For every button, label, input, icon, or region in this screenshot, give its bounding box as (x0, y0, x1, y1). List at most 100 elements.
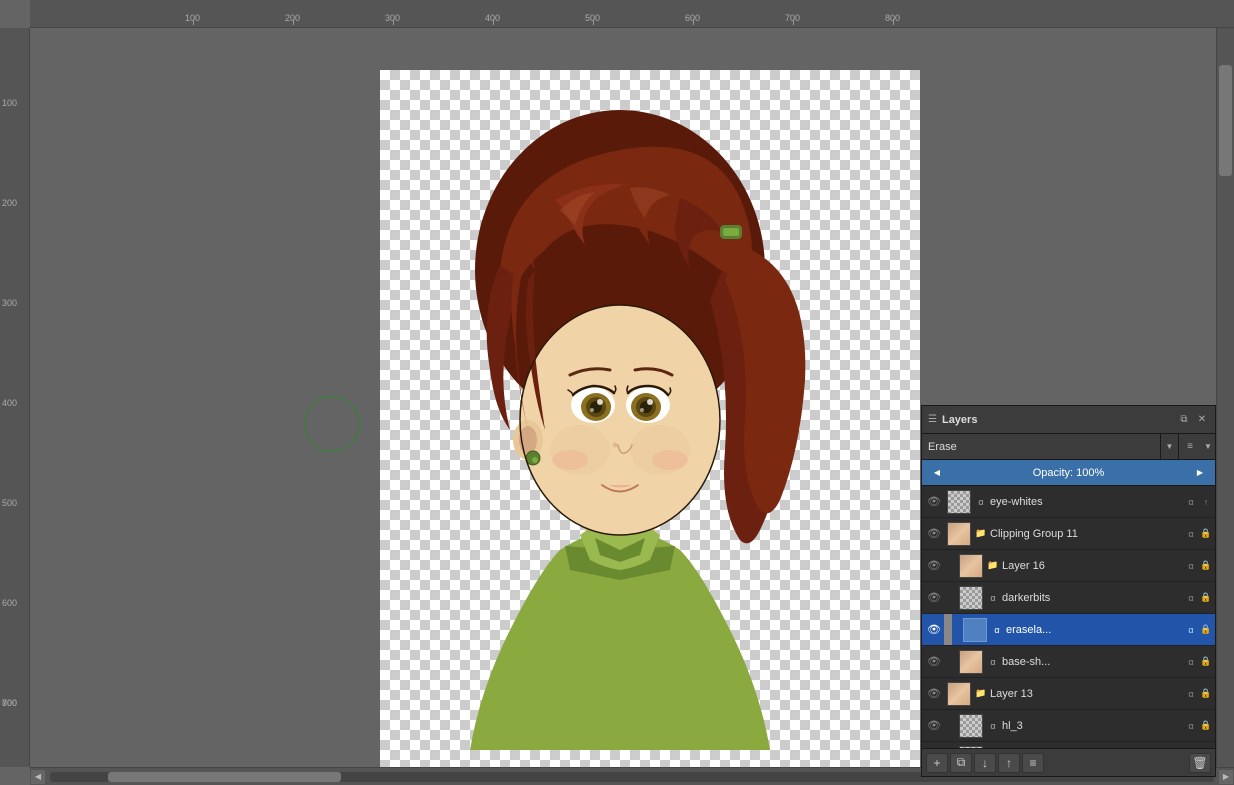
layer-type-cg11: 📁 (974, 527, 988, 541)
layer-alpha-icon-2: α (1184, 559, 1198, 573)
layer-visibility-hl3[interactable]: 👁 (924, 710, 944, 742)
left-ruler-mark-100: 100 (2, 98, 17, 108)
layer-lock-icon-6: 🔒 (1199, 687, 1213, 701)
layer-thumb-basesh (959, 650, 983, 674)
layer-visibility-eye-whites[interactable]: 👁 (924, 486, 944, 518)
left-ruler-mark-600: 600 (2, 598, 17, 608)
layers-panel-close-btn[interactable]: ✕ (1195, 413, 1209, 427)
move-layer-down-btn[interactable]: ↓ (974, 753, 996, 773)
layer-lock-icon-2: 🔒 (1199, 559, 1213, 573)
layer-thumb-eye-whites (947, 490, 971, 514)
duplicate-layer-btn[interactable]: ⧉ (950, 753, 972, 773)
layer-thumb-hl3 (959, 714, 983, 738)
left-ruler-mark-200: 200 (2, 198, 17, 208)
ruler-mark-300: 300 (385, 13, 400, 23)
layer-alpha-icon-5: α (1184, 655, 1198, 669)
layer-visibility-l13[interactable]: 👁 (924, 678, 944, 710)
layer-alpha-icon-3: α (1184, 591, 1198, 605)
layer-thumb-l16 (959, 554, 983, 578)
opacity-row: ◀ Opacity: 100% ▶ (922, 460, 1215, 486)
brush-cursor (304, 396, 360, 452)
scroll-right-arrow[interactable]: ▶ (1218, 769, 1234, 785)
layer-row-eye-whites[interactable]: 👁 α eye-whites α ↑ (922, 486, 1215, 518)
layer-alpha-icon-1: α (1184, 527, 1198, 541)
blend-mode-arrow[interactable]: ▼ (1161, 434, 1179, 459)
character-illustration (380, 70, 860, 750)
right-scroll-thumb[interactable] (1219, 65, 1232, 176)
layer-visibility-hl2[interactable]: 👁 (924, 742, 944, 749)
layer-icons-basesh: α 🔒 (1184, 655, 1213, 669)
layer-name-cg11: Clipping Group 11 (990, 528, 1184, 540)
layers-list[interactable]: 👁 α eye-whites α ↑ 👁 📁 Clipping Group 11… (922, 486, 1215, 748)
layers-panel-detach-btn[interactable]: ⧉ (1177, 413, 1191, 427)
layer-type-hl3: α (986, 719, 1000, 733)
layer-icons-darkerbits: α 🔒 (1184, 591, 1213, 605)
layer-lock-icon-1: 🔒 (1199, 527, 1213, 541)
left-ruler-mark-300: 300 (2, 298, 17, 308)
layer-icons-eye-whites: α ↑ (1184, 495, 1213, 509)
layer-lock-icon-3: 🔒 (1199, 591, 1213, 605)
top-ruler: 100 200 300 400 500 600 700 800 (30, 0, 1234, 28)
layers-header-icons: ⧉ ✕ (1177, 413, 1209, 427)
layer-alpha-icon-7: α (1184, 719, 1198, 733)
layer-properties-btn[interactable]: ≡ (1022, 753, 1044, 773)
layer-row-hl2[interactable]: 👁 α hl_2 α 🔒 (922, 742, 1215, 748)
layer-visibility-l16[interactable]: 👁 (924, 550, 944, 582)
filter-arrow[interactable]: ▼ (1201, 434, 1215, 459)
layer-name-hl3: hl_3 (1002, 720, 1184, 732)
layer-row-layer13[interactable]: 👁 📁 Layer 13 α 🔒 (922, 678, 1215, 710)
layer-lock-icon-4: 🔒 (1199, 623, 1213, 637)
layer-icons-erasela: α 🔒 (1184, 623, 1213, 637)
layer-lock-icon-5: 🔒 (1199, 655, 1213, 669)
scrollbar-thumb[interactable] (108, 772, 341, 782)
ruler-mark-200: 200 (285, 13, 300, 23)
layer-type-erasela: α (990, 623, 1004, 637)
layer-row-layer16[interactable]: 👁 📁 Layer 16 α 🔒 (922, 550, 1215, 582)
layer-icons-cg11: α 🔒 (1184, 527, 1213, 541)
layer-name-l16: Layer 16 (1002, 560, 1184, 572)
left-ruler-mark-800: 800 (2, 698, 17, 708)
layer-type-eye-whites: α (974, 495, 988, 509)
layers-panel-header: ☰ Layers ⧉ ✕ (922, 406, 1215, 434)
layer-row-hl3[interactable]: 👁 α hl_3 α 🔒 (922, 710, 1215, 742)
move-layer-up-btn[interactable]: ↑ (998, 753, 1020, 773)
opacity-decrease-btn[interactable]: ◀ (930, 466, 944, 480)
layer-name-erasela: erasela... (1006, 624, 1184, 636)
layer-name-basesh: base-sh... (1002, 656, 1184, 668)
layer-visibility-darkerbits[interactable]: 👁 (924, 582, 944, 614)
layer-row-basesh[interactable]: 👁 α base-sh... α 🔒 (922, 646, 1215, 678)
clip-indicator (944, 614, 952, 645)
ruler-marks-top: 100 200 300 400 500 600 700 800 (30, 0, 1234, 25)
layer-row-erasela[interactable]: 👁 α erasela... α 🔒 (922, 614, 1215, 646)
layer-row-darkerbits[interactable]: 👁 α darkerbits α 🔒 (922, 582, 1215, 614)
opacity-increase-btn[interactable]: ▶ (1193, 466, 1207, 480)
filter-button[interactable]: ≡ (1179, 434, 1201, 459)
opacity-label: Opacity: 100% (950, 467, 1187, 479)
canvas-document[interactable] (380, 70, 920, 767)
layer-icons-l13: α 🔒 (1184, 687, 1213, 701)
layer-lock-icon-7: 🔒 (1199, 719, 1213, 733)
layer-visibility-cg11[interactable]: 👁 (924, 518, 944, 550)
blend-mode-dropdown[interactable]: Erase Normal Multiply Screen (922, 434, 1161, 459)
layer-thumb-cg11 (947, 522, 971, 546)
layer-type-basesh: α (986, 655, 1000, 669)
layer-icons-hl3: α 🔒 (1184, 719, 1213, 733)
layers-toolbar: + ⧉ ↓ ↑ ≡ 🗑 (922, 748, 1215, 776)
left-ruler: 100 200 300 400 500 600 700 800 (0, 28, 30, 767)
layers-mode-row: Erase Normal Multiply Screen ▼ ≡ ▼ (922, 434, 1215, 460)
delete-layer-btn[interactable]: 🗑 (1189, 753, 1211, 773)
layer-type-darkerbits: α (986, 591, 1000, 605)
layer-row-clipping-group-11[interactable]: 👁 📁 Clipping Group 11 α 🔒 (922, 518, 1215, 550)
right-scrollbar[interactable] (1216, 28, 1234, 767)
layer-visibility-basesh[interactable]: 👁 (924, 646, 944, 678)
layer-name-darkerbits: darkerbits (1002, 592, 1184, 604)
layers-panel-icon: ☰ (928, 414, 937, 425)
left-ruler-mark-500: 500 (2, 498, 17, 508)
scroll-left-arrow[interactable]: ◀ (30, 769, 46, 785)
ruler-mark-500: 500 (585, 13, 600, 23)
ruler-mark-100: 100 (185, 13, 200, 23)
add-layer-btn[interactable]: + (926, 753, 948, 773)
ruler-mark-400: 400 (485, 13, 500, 23)
layer-visibility-erasela[interactable]: 👁 (924, 614, 944, 646)
layer-name-l13: Layer 13 (990, 688, 1184, 700)
